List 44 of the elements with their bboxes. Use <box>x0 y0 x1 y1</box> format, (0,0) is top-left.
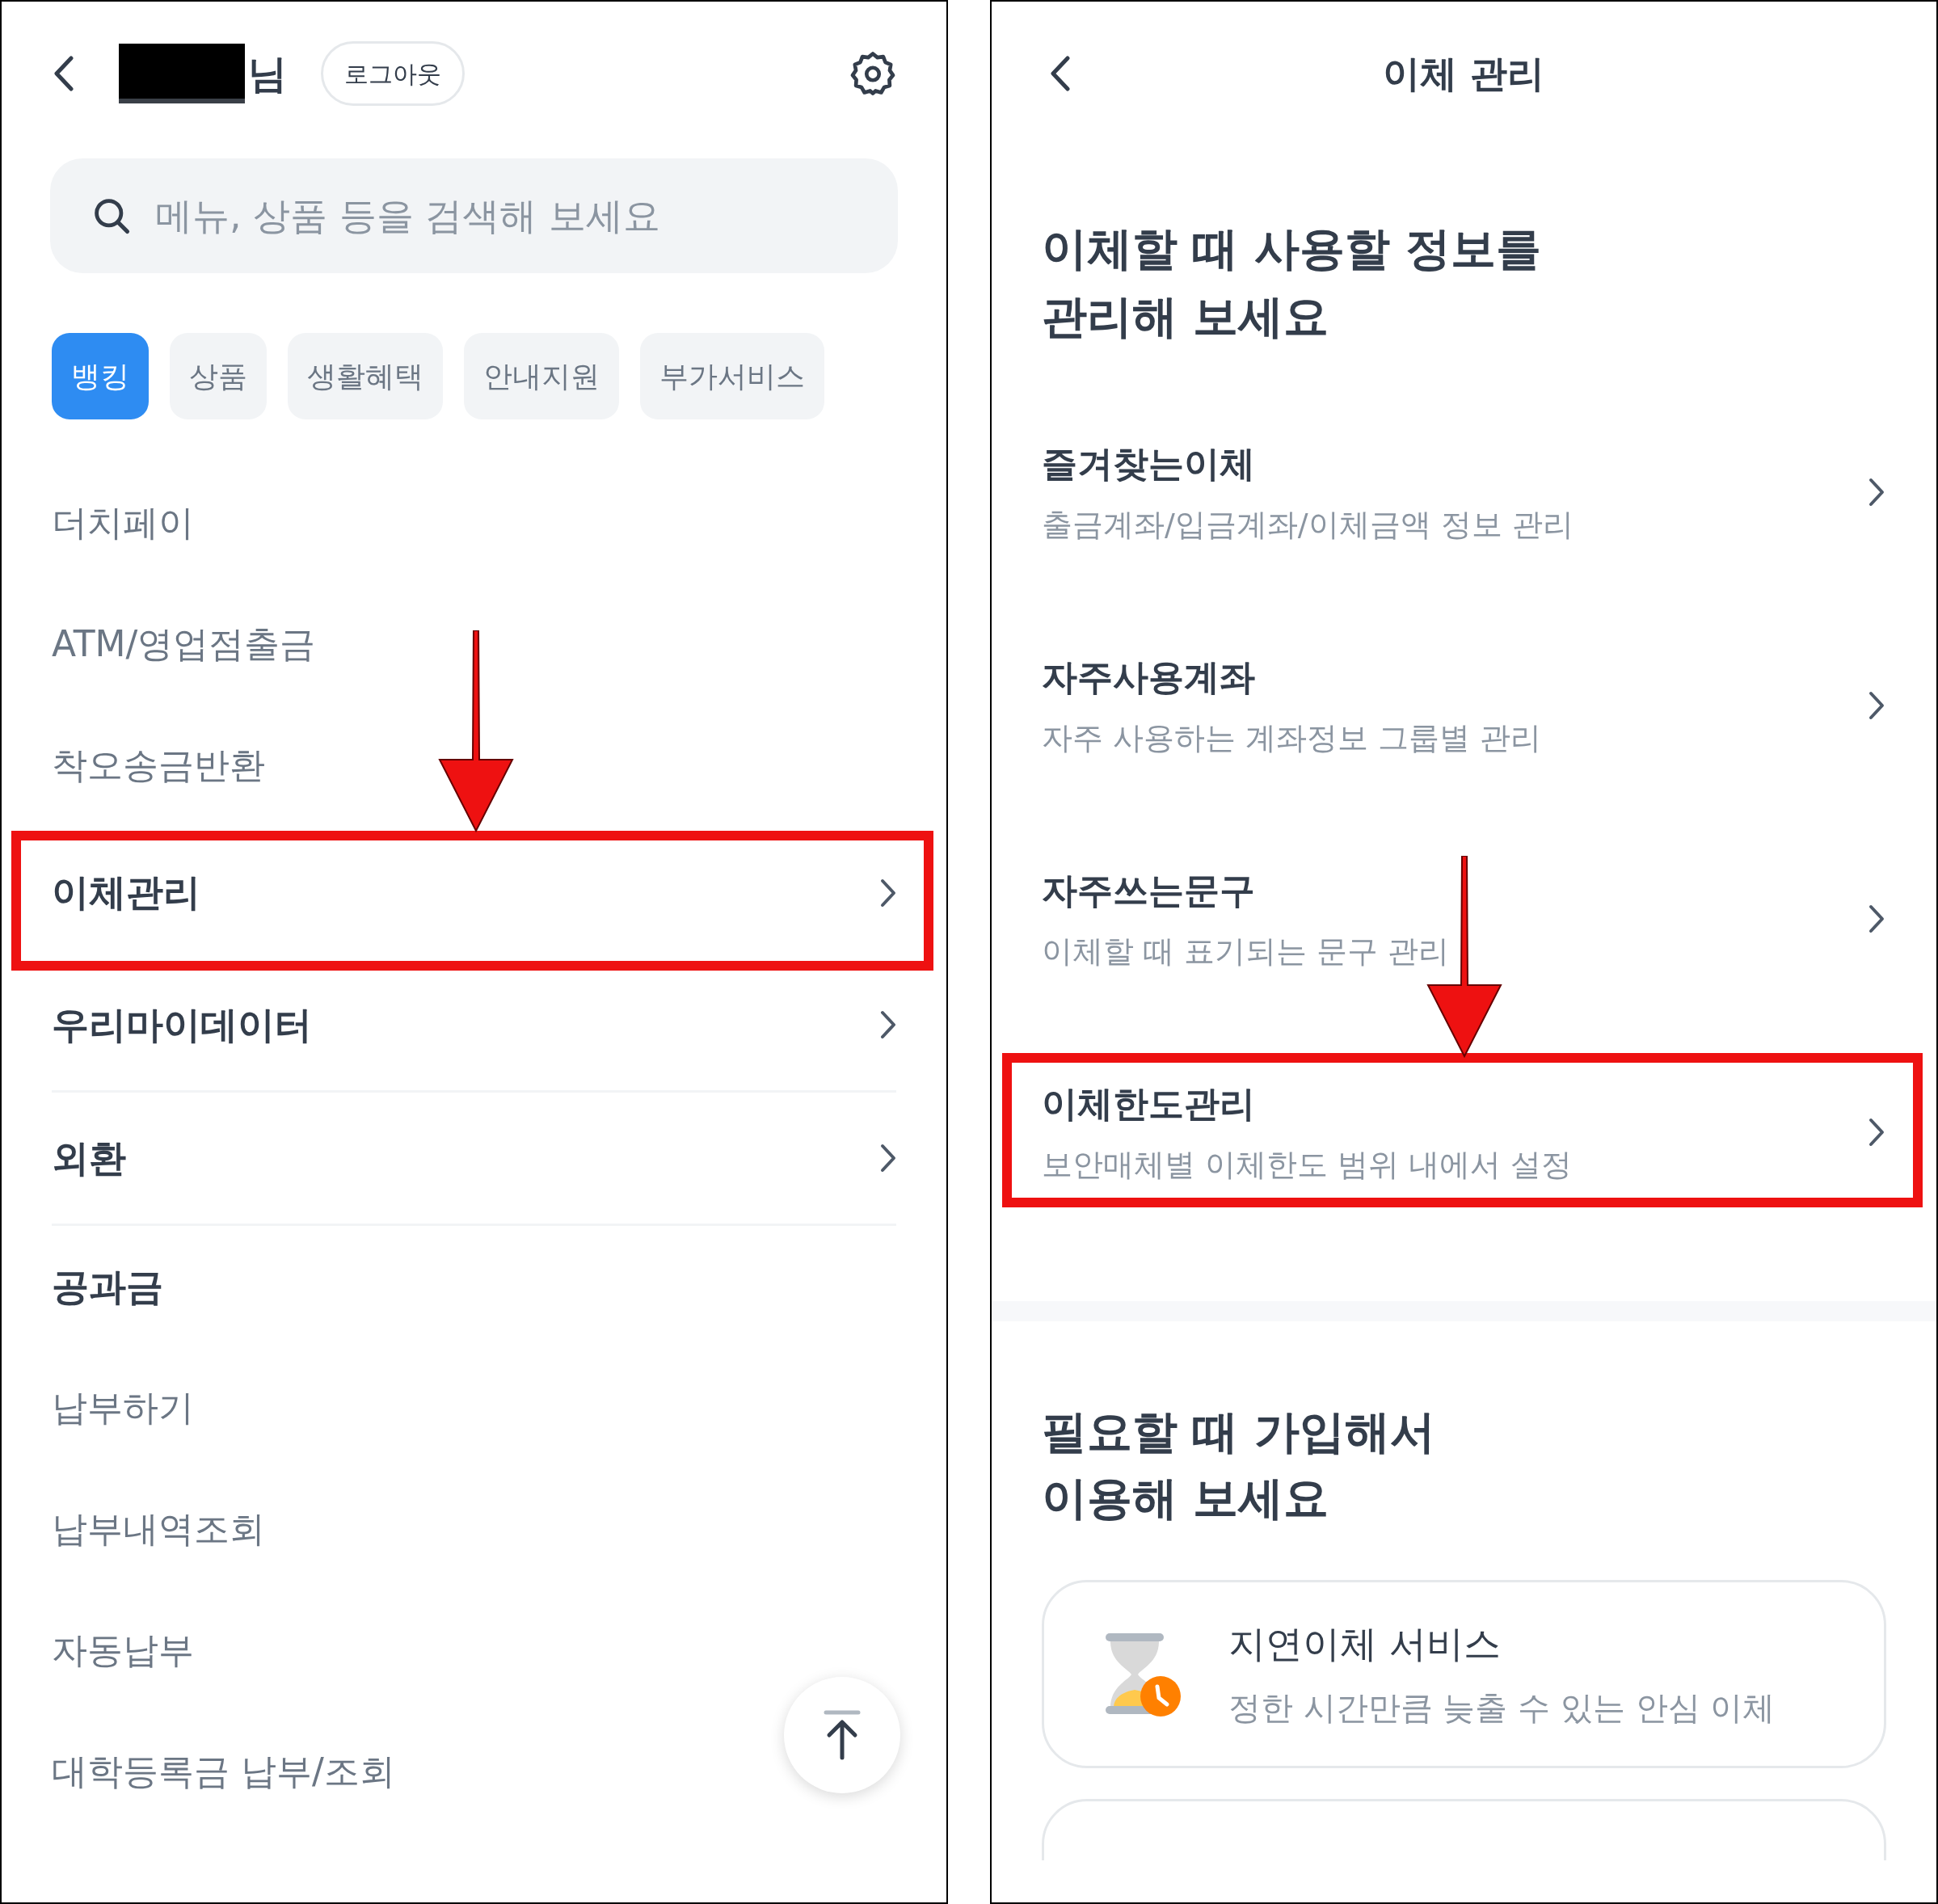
logout-button[interactable]: 로그아웃 <box>321 41 465 106</box>
item-description: 이체할 때 표기되는 문구 관리 <box>1042 932 1450 971</box>
service-description: 정한 시간만큼 늦출 수 있는 안심 이체 <box>1228 1688 1776 1728</box>
menu-item[interactable]: 이체관리 <box>52 865 200 920</box>
menu-item[interactable]: 자주쓰는문구 <box>1042 863 1450 917</box>
menu-item[interactable]: 이체한도관리 <box>1042 1076 1573 1131</box>
section-heading: 이용해 보세요 <box>1042 1471 1330 1526</box>
menu-item[interactable]: 더치페이 <box>52 496 194 550</box>
chevron-right-icon[interactable] <box>1868 1118 1885 1147</box>
menu-item[interactable]: 즐겨찾는이체 <box>1042 436 1574 491</box>
chevron-right-icon[interactable] <box>1868 904 1885 933</box>
menu-item[interactable]: 납부하기 <box>52 1381 194 1434</box>
menu-item[interactable]: 자동납부 <box>52 1624 194 1677</box>
back-icon[interactable] <box>1050 56 1071 91</box>
service-title: 지연이체 서비스 <box>1228 1621 1502 1667</box>
page-heading: 관리해 보세요 <box>1042 289 1330 344</box>
section-heading: 공과금 <box>52 1263 163 1310</box>
page-heading: 이체할 때 사용할 정보를 <box>1042 221 1543 276</box>
category-tab[interactable]: 생활혜택 <box>288 333 443 419</box>
service-card[interactable]: 지연이체 서비스 정한 시간만큼 늦출 수 있는 안심 이체 <box>1042 1580 1886 1768</box>
menu-item[interactable]: 착오송금반환 <box>52 739 265 792</box>
chevron-right-icon[interactable] <box>1868 691 1885 720</box>
category-tab[interactable]: 뱅킹 <box>52 333 149 419</box>
menu-item[interactable]: 외환 <box>52 1130 126 1186</box>
menu-item[interactable]: 우리마이데이터 <box>52 996 312 1053</box>
item-description: 출금계좌/입금계좌/이체금액 정보 관리 <box>1042 505 1574 544</box>
chevron-right-icon[interactable] <box>1868 478 1885 507</box>
user-name-suffix: 님 <box>248 54 287 93</box>
category-tab[interactable]: 안내지원 <box>464 333 619 419</box>
category-tab[interactable]: 상품 <box>170 333 267 419</box>
search-field[interactable]: 메뉴, 상품 등을 검색해 보세요 <box>50 158 898 273</box>
chevron-right-icon[interactable] <box>880 1144 896 1173</box>
item-description: 자주 사용하는 계좌정보 그룹별 관리 <box>1042 718 1542 757</box>
menu-item[interactable]: 납부내역조회 <box>52 1502 265 1556</box>
back-icon[interactable] <box>53 56 74 91</box>
section-heading: 필요할 때 가입해서 <box>1042 1405 1436 1460</box>
chevron-right-icon[interactable] <box>880 878 896 908</box>
menu-item[interactable]: 자주사용계좌 <box>1042 650 1542 704</box>
chevron-right-icon[interactable] <box>880 1010 896 1039</box>
item-description: 보안매체별 이체한도 범위 내에서 설정 <box>1042 1145 1573 1184</box>
screen-title: 이체 관리 <box>1383 50 1545 97</box>
menu-item[interactable]: ATM/영업점출금 <box>52 617 316 671</box>
menu-item[interactable]: 대학등록금 납부/조회 <box>52 1745 395 1798</box>
category-tab[interactable]: 부가서비스 <box>640 333 824 419</box>
